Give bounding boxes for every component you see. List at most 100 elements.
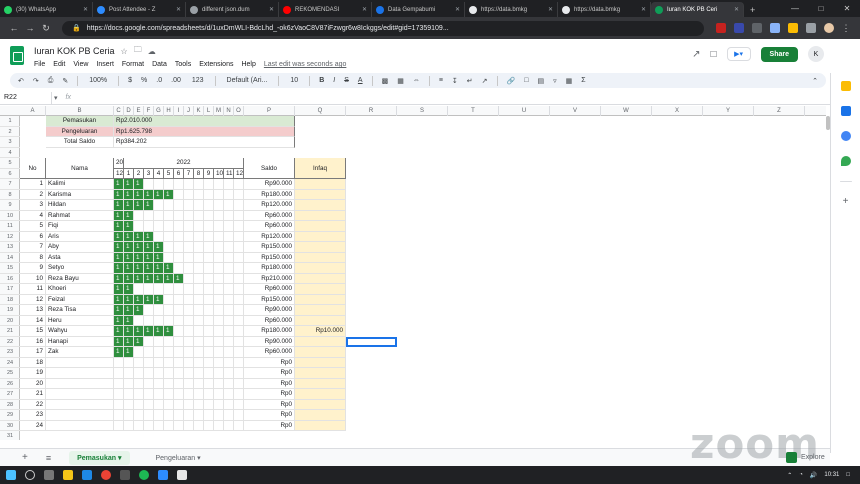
maximize-icon[interactable]: □ <box>808 0 834 17</box>
unpaid-cell[interactable] <box>194 420 204 431</box>
unpaid-cell[interactable] <box>144 420 154 431</box>
menu-insert[interactable]: Insert <box>96 61 114 68</box>
member-saldo[interactable]: Rp150.000 <box>244 252 295 263</box>
chevron-up-icon[interactable]: ⌃ <box>787 472 792 479</box>
summary-value[interactable]: Rp2.010.000 <box>114 116 295 127</box>
last-edit-link[interactable]: Last edit was seconds ago <box>264 61 347 68</box>
member-name[interactable] <box>46 357 114 368</box>
column-header[interactable]: I <box>174 106 184 116</box>
browser-tab[interactable]: Post Attendee - Z ✕ <box>93 2 186 17</box>
row-header[interactable]: 5 <box>0 158 20 169</box>
unpaid-cell[interactable] <box>224 326 234 337</box>
unpaid-cell[interactable] <box>224 200 234 211</box>
move-folder-icon[interactable]: 🗀 <box>134 44 142 58</box>
paid-cell[interactable]: 1 <box>124 242 134 253</box>
font-select[interactable]: Default (Ari... <box>225 77 270 84</box>
unpaid-cell[interactable] <box>194 399 204 410</box>
borders-icon[interactable]: ▦ <box>397 77 404 85</box>
unpaid-cell[interactable] <box>164 294 174 305</box>
paid-cell[interactable]: 1 <box>114 315 124 326</box>
unpaid-cell[interactable] <box>134 284 144 295</box>
unpaid-cell[interactable] <box>214 221 224 232</box>
row-header[interactable]: 16 <box>0 274 20 284</box>
unpaid-cell[interactable] <box>174 263 184 274</box>
unpaid-cell[interactable] <box>224 399 234 410</box>
unpaid-cell[interactable] <box>174 200 184 211</box>
paid-cell[interactable]: 1 <box>124 210 134 221</box>
unpaid-cell[interactable] <box>144 357 154 368</box>
paid-cell[interactable]: 1 <box>114 294 124 305</box>
explore-button[interactable]: Explore <box>786 452 825 463</box>
unpaid-cell[interactable] <box>154 399 164 410</box>
unpaid-cell[interactable] <box>194 242 204 253</box>
paid-cell[interactable]: 1 <box>114 347 124 358</box>
unpaid-cell[interactable] <box>204 284 214 295</box>
unpaid-cell[interactable] <box>124 357 134 368</box>
unpaid-cell[interactable] <box>204 179 214 190</box>
paid-cell[interactable]: 1 <box>134 189 144 200</box>
member-name[interactable] <box>46 378 114 389</box>
column-header[interactable]: C <box>114 106 124 116</box>
unpaid-cell[interactable] <box>214 389 224 400</box>
unpaid-cell[interactable] <box>234 263 244 274</box>
comments-icon[interactable]: □ <box>710 49 716 60</box>
month-header[interactable]: 9 <box>204 168 214 179</box>
column-header[interactable]: L <box>204 106 214 116</box>
unpaid-cell[interactable] <box>214 242 224 253</box>
unpaid-cell[interactable] <box>184 305 194 316</box>
unpaid-cell[interactable] <box>184 389 194 400</box>
unpaid-cell[interactable] <box>204 242 214 253</box>
meet-video-icon[interactable]: ▶▾ <box>726 47 751 61</box>
member-saldo[interactable]: Rp150.000 <box>244 294 295 305</box>
unpaid-cell[interactable] <box>204 357 214 368</box>
paid-cell[interactable]: 1 <box>134 336 144 347</box>
clock[interactable]: 10:31 <box>824 472 839 478</box>
column-header[interactable]: W <box>601 106 652 116</box>
unpaid-cell[interactable] <box>184 210 194 221</box>
member-saldo[interactable]: Rp60.000 <box>244 221 295 232</box>
unpaid-cell[interactable] <box>164 420 174 431</box>
unpaid-cell[interactable] <box>204 263 214 274</box>
unpaid-cell[interactable] <box>184 200 194 211</box>
row-header[interactable]: 3 <box>0 137 20 148</box>
unpaid-cell[interactable] <box>194 231 204 242</box>
unpaid-cell[interactable] <box>174 221 184 232</box>
member-no[interactable]: 21 <box>20 389 46 400</box>
member-name[interactable]: Reza Tisa <box>46 305 114 316</box>
unpaid-cell[interactable] <box>204 347 214 358</box>
member-no[interactable]: 2 <box>20 189 46 200</box>
member-saldo[interactable]: Rp90.000 <box>244 336 295 347</box>
unpaid-cell[interactable] <box>194 210 204 221</box>
member-infaq[interactable] <box>295 284 346 295</box>
member-infaq[interactable] <box>295 221 346 232</box>
vertical-align-icon[interactable]: ↧ <box>452 77 458 85</box>
unpaid-cell[interactable] <box>214 326 224 337</box>
zoom-select[interactable]: 100% <box>87 77 109 84</box>
column-header[interactable]: A <box>20 106 46 116</box>
maps-icon[interactable] <box>840 156 851 166</box>
unpaid-cell[interactable] <box>144 210 154 221</box>
unpaid-cell[interactable] <box>114 399 124 410</box>
unpaid-cell[interactable] <box>234 210 244 221</box>
member-infaq[interactable] <box>295 294 346 305</box>
unpaid-cell[interactable] <box>234 273 244 284</box>
unpaid-cell[interactable] <box>214 357 224 368</box>
member-infaq[interactable] <box>295 378 346 389</box>
add-sheet-icon[interactable]: + <box>22 452 28 463</box>
row-header[interactable]: 31 <box>0 431 20 440</box>
extension-icon[interactable] <box>788 23 798 33</box>
member-saldo[interactable]: Rp180.000 <box>244 189 295 200</box>
paid-cell[interactable]: 1 <box>144 231 154 242</box>
unpaid-cell[interactable] <box>234 305 244 316</box>
member-no[interactable]: 23 <box>20 410 46 421</box>
paid-cell[interactable]: 1 <box>154 326 164 337</box>
member-saldo[interactable]: Rp120.000 <box>244 200 295 211</box>
unpaid-cell[interactable] <box>234 294 244 305</box>
close-tab-icon[interactable]: ✕ <box>83 6 88 13</box>
unpaid-cell[interactable] <box>114 389 124 400</box>
unpaid-cell[interactable] <box>164 347 174 358</box>
unpaid-cell[interactable] <box>164 221 174 232</box>
vscode-icon[interactable] <box>82 470 92 480</box>
unpaid-cell[interactable] <box>134 210 144 221</box>
unpaid-cell[interactable] <box>194 368 204 379</box>
